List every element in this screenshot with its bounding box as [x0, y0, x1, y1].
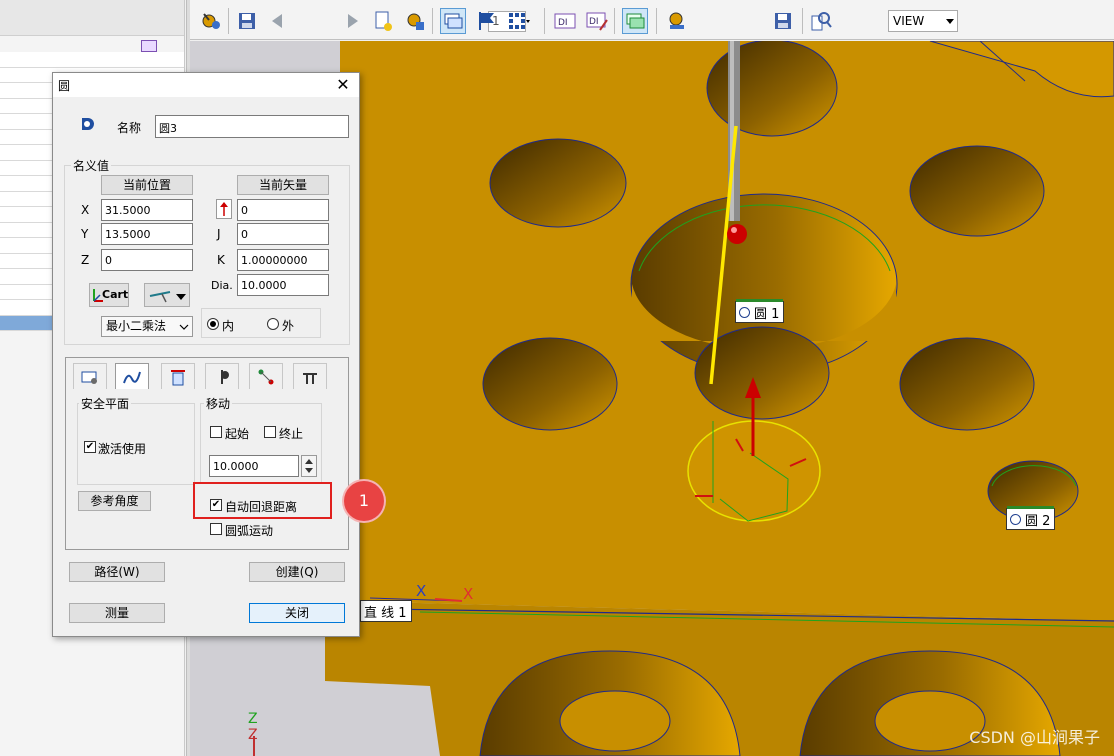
svg-text:DI: DI: [589, 17, 599, 27]
probe-direction-dropdown[interactable]: [144, 283, 190, 307]
feature-label-text: 圆 2: [1025, 514, 1051, 529]
j-label: J: [217, 227, 221, 241]
view-select[interactable]: VIEW: [888, 10, 958, 32]
circle-dialog: 圆 ✕ 名称 圆3 名义值 当前位置 当前矢量 X 31.5000 Y 13.5…: [52, 72, 360, 637]
z-field[interactable]: 0: [101, 249, 193, 271]
i-field[interactable]: 0: [237, 199, 329, 221]
axis-label-x: X: [463, 585, 474, 603]
table-icon[interactable]: [141, 40, 157, 52]
list-item[interactable]: [0, 52, 184, 68]
tab-sample-points[interactable]: [249, 363, 283, 389]
graphics-view-icon[interactable]: [440, 8, 466, 34]
circle-feature-icon: [79, 116, 95, 135]
end-label: 终止: [279, 427, 304, 441]
nominal-group-title: 名义值: [71, 157, 112, 174]
zoom-icon[interactable]: [808, 8, 834, 34]
dia-label: Dia.: [211, 279, 233, 292]
end-checkbox[interactable]: [264, 426, 276, 438]
edit-view-icon[interactable]: DI: [584, 8, 610, 34]
svg-text:DI: DI: [558, 18, 568, 28]
move-distance-spinner[interactable]: [301, 455, 317, 477]
cart-button[interactable]: Cart: [89, 283, 129, 307]
x-label: X: [81, 203, 90, 217]
inner-label: 内: [222, 319, 235, 333]
measure-button[interactable]: 测量: [69, 603, 165, 623]
tab-probe-settings[interactable]: [205, 363, 239, 389]
vector-flip-icon[interactable]: [216, 199, 232, 219]
start-label: 起始: [225, 427, 250, 441]
flag-icon[interactable]: [474, 8, 500, 34]
chevron-down-icon: [946, 19, 954, 24]
outer-label: 外: [282, 319, 295, 333]
tab-motion[interactable]: [115, 363, 149, 389]
activate-label: 激活使用: [98, 442, 147, 456]
dialog-title: 圆: [58, 79, 71, 93]
outer-radio[interactable]: [267, 318, 279, 330]
tab-auto-wrist[interactable]: [293, 363, 327, 389]
callout-highlight-box: [193, 482, 332, 519]
dia-field[interactable]: 10.0000: [237, 274, 329, 296]
arc-move-checkbox[interactable]: [210, 523, 222, 535]
start-checkbox[interactable]: [210, 426, 222, 438]
k-field[interactable]: 1.00000000: [237, 249, 329, 271]
inner-radio[interactable]: [207, 318, 219, 330]
new-document-icon[interactable]: [370, 8, 396, 34]
axis-label-z: Z: [248, 711, 258, 727]
y-field[interactable]: 13.5000: [101, 223, 193, 245]
path-button[interactable]: 路径(W): [69, 562, 165, 582]
dialog-titlebar[interactable]: 圆 ✕: [53, 73, 359, 97]
feature-label-text: 直 线 1: [364, 606, 407, 621]
current-vector-button[interactable]: 当前矢量: [237, 175, 329, 195]
feature-label-circle-2[interactable]: 圆 2: [1006, 506, 1056, 530]
save-icon[interactable]: [234, 8, 260, 34]
axis-label-z-bottom: Z: [248, 727, 258, 743]
safety-plane-title: 安全平面: [79, 395, 132, 412]
z-label: Z: [81, 253, 90, 267]
name-label: 名称: [117, 121, 142, 135]
graphics-toggle-icon[interactable]: [622, 8, 648, 34]
name-field[interactable]: 圆3: [155, 115, 349, 138]
fit-method-value: 最小二乘法: [106, 319, 167, 333]
watermark: CSDN @山涧果子: [969, 728, 1100, 747]
k-label: K: [217, 253, 225, 267]
reference-angle-button[interactable]: 参考角度: [78, 491, 151, 511]
probe-mode-icon[interactable]: [664, 8, 690, 34]
axis-label-y: X: [416, 582, 427, 600]
close-icon[interactable]: ✕: [333, 75, 353, 95]
feature-label-circle-1[interactable]: 圆 1: [735, 299, 785, 323]
view-select-value: VIEW: [893, 14, 925, 28]
callout-badge: 1: [344, 481, 384, 521]
left-panel-header: [0, 0, 184, 36]
tab-strategy[interactable]: [73, 363, 107, 389]
j-field[interactable]: 0: [237, 223, 329, 245]
x-field[interactable]: 31.5000: [101, 199, 193, 221]
text-view-icon[interactable]: DI: [552, 8, 578, 34]
current-position-button[interactable]: 当前位置: [101, 175, 193, 195]
prev-arrow-icon[interactable]: [264, 8, 290, 34]
close-button[interactable]: 关闭: [249, 603, 345, 623]
tab-probe-tip[interactable]: [161, 363, 195, 389]
activate-checkbox[interactable]: ✔: [84, 441, 96, 453]
circle-feature-icon: [1010, 514, 1021, 525]
main-toolbar: 1 DI DI VIEW: [190, 0, 1114, 40]
next-arrow-icon[interactable]: [340, 8, 366, 34]
feature-label-line-1[interactable]: 直 线 1: [360, 600, 412, 622]
probe-icon[interactable]: [198, 8, 224, 34]
create-button[interactable]: 创建(Q): [249, 562, 345, 582]
arc-move-label: 圆弧运动: [225, 524, 274, 538]
dimension-grid-icon[interactable]: [506, 8, 532, 34]
y-label: Y: [81, 227, 89, 241]
direction-group: [201, 308, 321, 338]
move-distance-field[interactable]: 10.0000: [209, 455, 299, 477]
probe-settings-icon[interactable]: [402, 8, 428, 34]
circle-feature-icon: [739, 307, 750, 318]
move-group-title: 移动: [204, 395, 233, 412]
fit-method-select[interactable]: 最小二乘法: [101, 316, 193, 337]
save-view-icon[interactable]: [770, 8, 796, 34]
cart-button-label: Cart: [102, 288, 129, 301]
feature-label-text: 圆 1: [754, 307, 780, 322]
